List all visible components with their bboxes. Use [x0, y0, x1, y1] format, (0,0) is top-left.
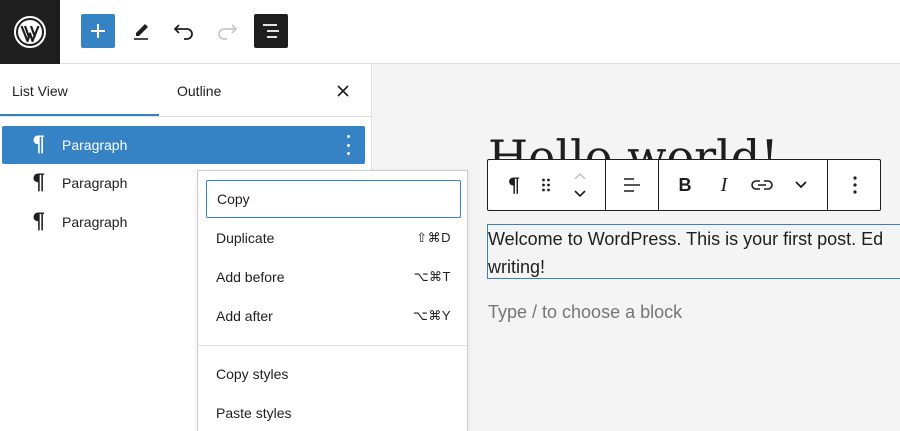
undo-icon — [173, 24, 193, 40]
redo-button[interactable] — [210, 14, 244, 48]
options-icon — [853, 176, 857, 194]
link-button[interactable] — [749, 160, 775, 210]
block-type-button[interactable]: ¶ — [502, 160, 526, 210]
list-view-icon — [263, 24, 279, 38]
active-tab-indicator — [0, 114, 159, 116]
italic-button[interactable]: I — [714, 160, 734, 210]
menu-item-duplicate[interactable]: Duplicate ⇧⌘D — [206, 219, 461, 257]
paragraph-line: Welcome to WordPress. This is your first… — [488, 229, 884, 249]
undo-button[interactable] — [167, 14, 201, 48]
block-options-menu: Copy Duplicate ⇧⌘D Add before ⌥⌘T Add af… — [197, 170, 468, 431]
tab-list-view[interactable]: List View — [12, 64, 159, 117]
list-view-toggle[interactable] — [254, 14, 288, 48]
keyboard-shortcut: ⌥⌘T — [413, 269, 451, 284]
align-icon — [624, 178, 640, 192]
move-up-down-icon — [574, 172, 586, 198]
toolbar-group-align — [606, 160, 659, 210]
toolbar-group-format: B I — [659, 160, 828, 210]
list-item-label: Paragraph — [62, 137, 128, 153]
paragraph-icon: ¶ — [507, 173, 521, 197]
plus-icon — [91, 24, 105, 38]
menu-item-label: Copy styles — [216, 366, 289, 382]
keyboard-shortcut: ⌥⌘Y — [412, 308, 451, 323]
block-placeholder[interactable]: Type / to choose a block — [488, 302, 682, 323]
block-toolbar: ¶ B I — [487, 159, 881, 211]
paragraph-line: writing! — [488, 257, 546, 277]
paragraph-block[interactable]: Welcome to WordPress. This is your first… — [488, 225, 900, 281]
link-icon — [751, 180, 773, 190]
menu-item-label: Paste styles — [216, 405, 292, 421]
pencil-icon — [134, 24, 148, 40]
menu-item-copy[interactable]: Copy — [206, 180, 461, 218]
align-button[interactable] — [620, 160, 644, 210]
bold-icon: B — [678, 174, 692, 195]
add-block-button[interactable] — [81, 14, 115, 48]
options-button[interactable] — [843, 160, 867, 210]
move-up-down-button[interactable] — [568, 160, 592, 210]
paragraph-icon: ¶ — [32, 131, 46, 156]
menu-item-add-before[interactable]: Add before ⌥⌘T — [206, 258, 461, 296]
menu-item-label: Copy — [217, 191, 250, 207]
toolbar-group-block: ¶ — [488, 160, 606, 210]
panel-tabs: List View Outline — [0, 64, 371, 117]
keyboard-shortcut: ⇧⌘D — [416, 230, 451, 245]
list-item[interactable]: ¶ Paragraph — [2, 126, 365, 164]
menu-item-add-after[interactable]: Add after ⌥⌘Y — [206, 297, 461, 335]
redo-icon — [218, 24, 238, 40]
options-icon[interactable] — [342, 135, 354, 155]
menu-item-label: Duplicate — [216, 230, 275, 246]
drag-handle-button[interactable] — [536, 160, 556, 210]
close-icon — [337, 85, 349, 97]
menu-item-paste-styles[interactable]: Paste styles — [206, 394, 461, 431]
wordpress-logo-icon[interactable] — [0, 0, 60, 64]
menu-item-label: Add after — [216, 308, 273, 324]
more-chevron-icon — [795, 181, 807, 189]
italic-icon: I — [720, 173, 728, 196]
list-item-label: Paragraph — [62, 214, 128, 230]
menu-divider — [198, 345, 467, 346]
list-item-label: Paragraph — [62, 175, 128, 191]
more-formats-button[interactable] — [789, 160, 813, 210]
paragraph-icon: ¶ — [32, 169, 46, 194]
drag-handle-icon — [542, 178, 550, 192]
tools-button[interactable] — [124, 14, 158, 48]
menu-item-label: Add before — [216, 269, 285, 285]
menu-item-copy-styles[interactable]: Copy styles — [206, 355, 461, 393]
editor-header — [0, 0, 900, 64]
bold-button[interactable]: B — [675, 160, 695, 210]
close-button[interactable] — [330, 78, 356, 104]
tab-outline[interactable]: Outline — [177, 64, 221, 117]
paragraph-icon: ¶ — [32, 208, 46, 233]
